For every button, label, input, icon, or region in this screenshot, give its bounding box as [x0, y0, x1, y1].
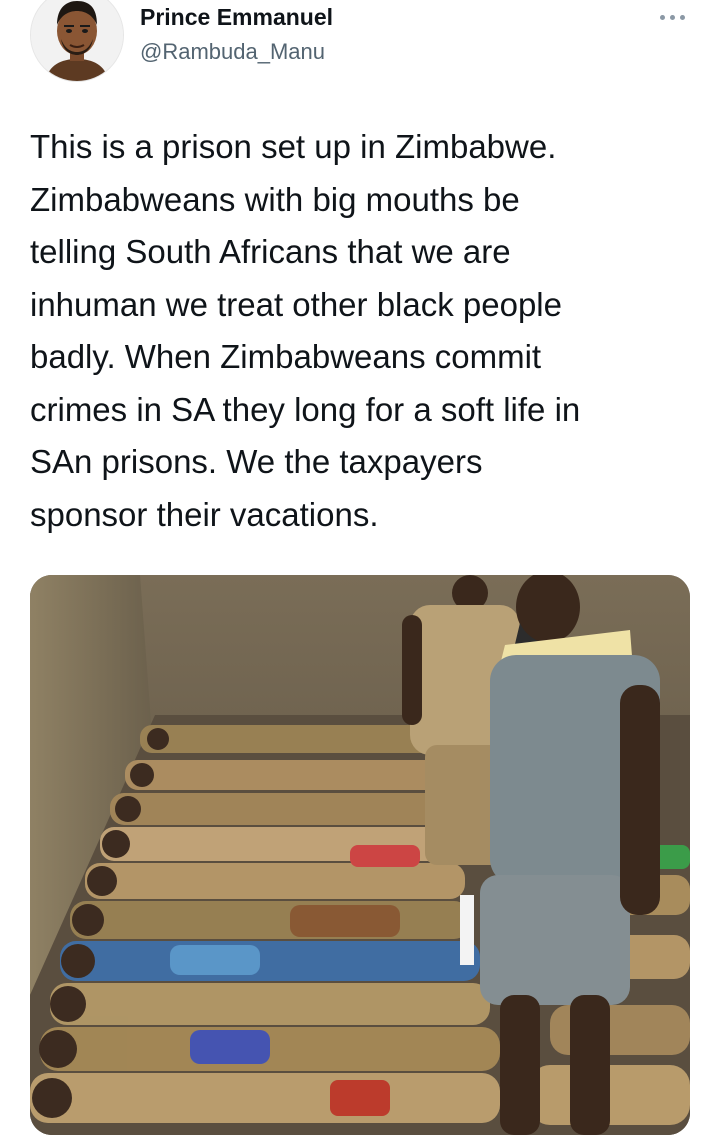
- tweet-header: Prince Emmanuel @Rambuda_Manu: [0, 0, 720, 90]
- tweet-text: This is a prison set up in Zimbabwe. Zim…: [30, 128, 581, 533]
- author-display-name[interactable]: Prince Emmanuel: [140, 4, 333, 31]
- tweet-photo[interactable]: [30, 575, 690, 1135]
- cartoon-avatar-icon: [31, 0, 123, 81]
- author-handle[interactable]: @Rambuda_Manu: [140, 39, 325, 65]
- more-options-button[interactable]: [656, 6, 690, 28]
- avatar[interactable]: [30, 0, 124, 82]
- photo-image: [30, 575, 690, 1135]
